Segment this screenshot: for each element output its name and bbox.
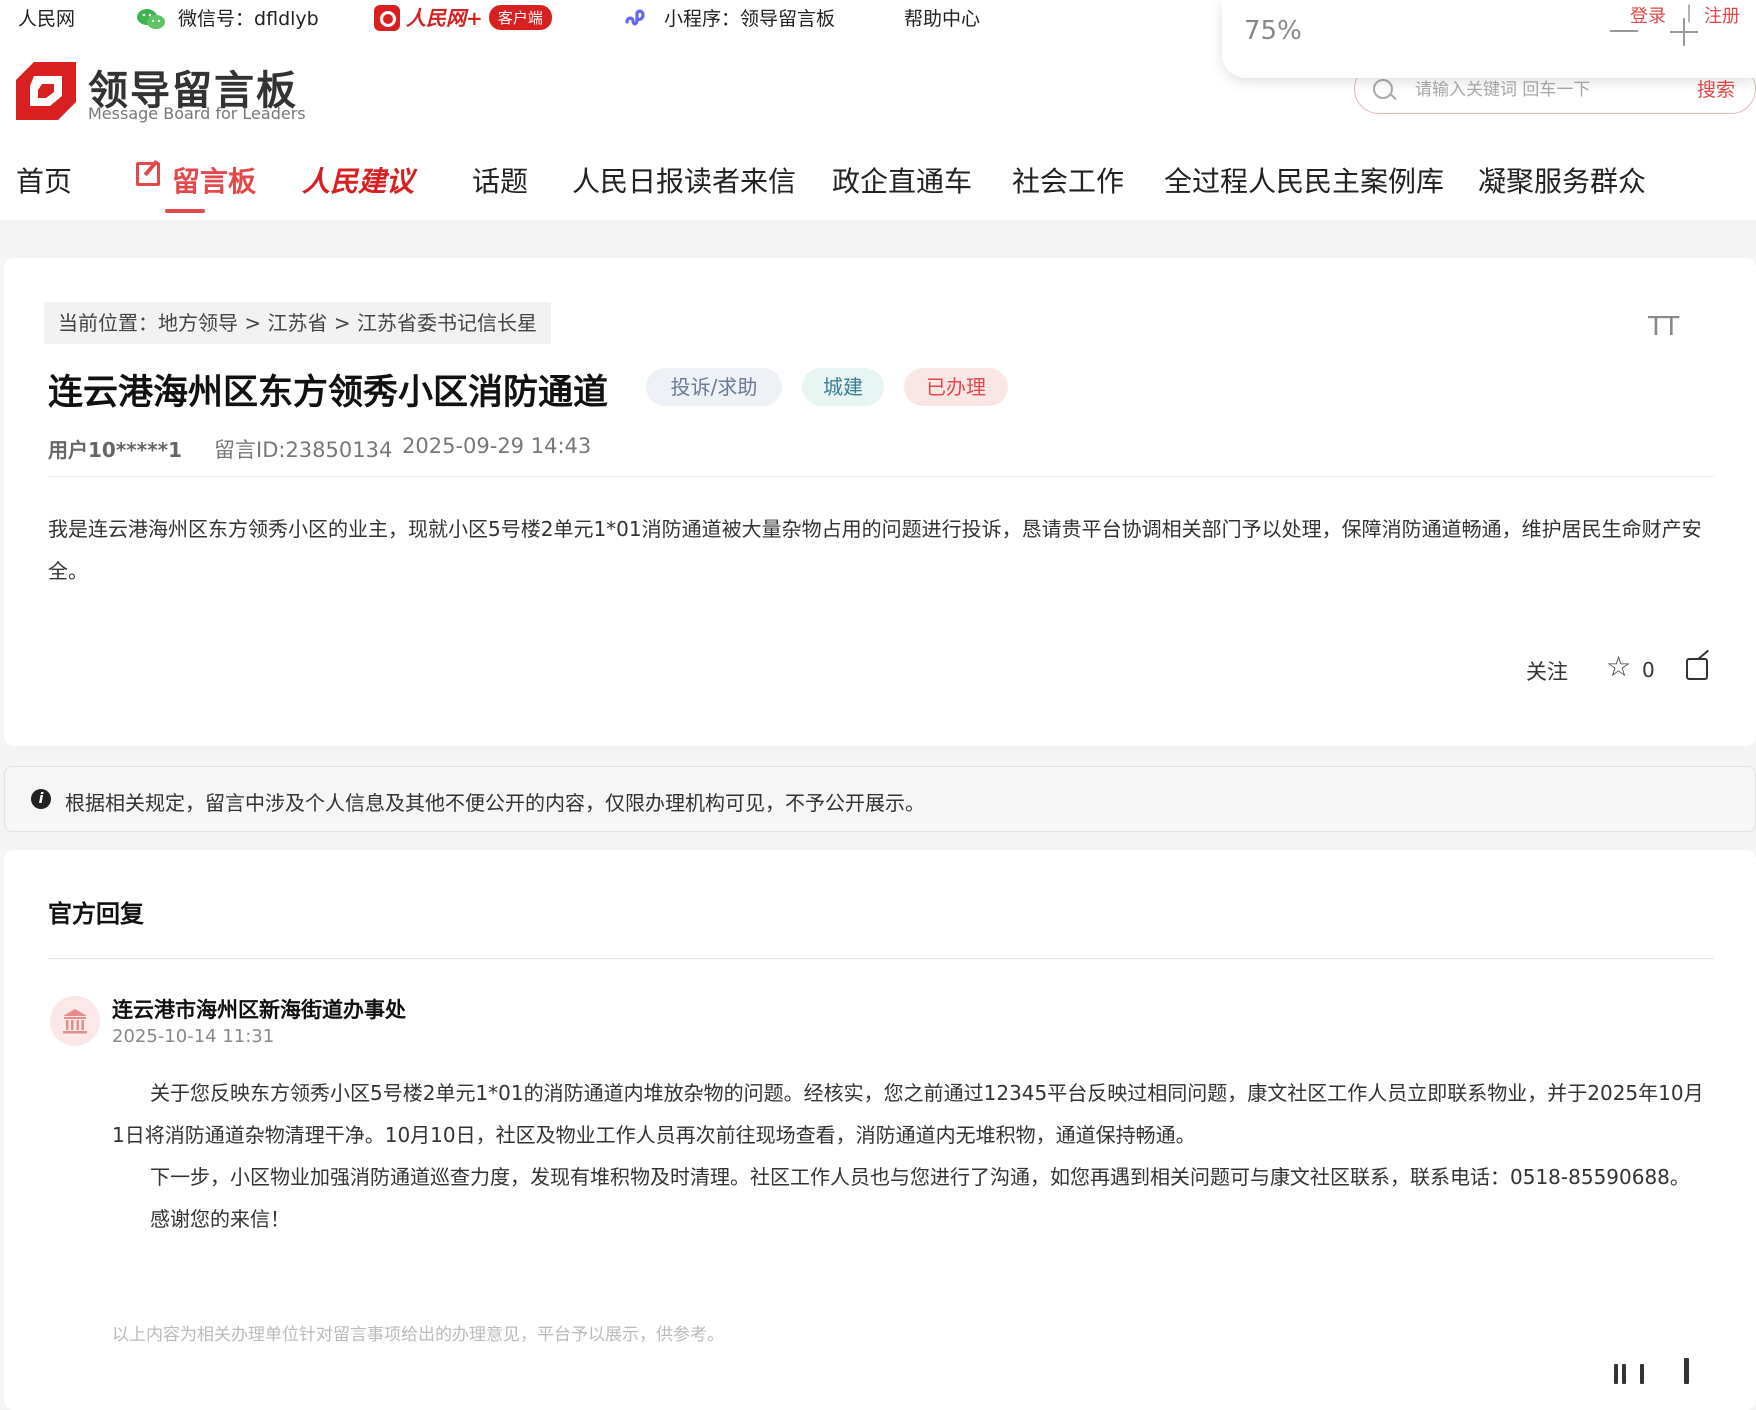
- reply-paragraph: 感谢您的来信！: [150, 1207, 290, 1231]
- search-input[interactable]: [1413, 75, 1717, 105]
- message-time: 2025-09-29 14:43: [402, 434, 592, 458]
- breadcrumb: 当前位置：地方领导 > 江苏省 > 江苏省委书记信长星: [44, 302, 551, 344]
- nav-home[interactable]: 首页: [16, 160, 72, 200]
- help-center-link[interactable]: 帮助中心: [904, 4, 980, 31]
- privacy-notice: i 根据相关规定，留言中涉及个人信息及其他不便公开的内容，仅限办理机构可见，不予…: [4, 766, 1756, 832]
- font-size-icon[interactable]: TT: [1648, 312, 1679, 342]
- app-badge: 客户端: [488, 5, 552, 30]
- people-net-plus-icon: [374, 5, 400, 31]
- search-icon: [1373, 79, 1393, 99]
- scroll-indicator: [1622, 1364, 1626, 1384]
- app-brand: 人民网+: [406, 6, 483, 30]
- reply-body: 关于您反映东方领秀小区5号楼2单元1*01的消防通道内堆放杂物的问题。经核实，您…: [112, 1072, 1716, 1240]
- search-button[interactable]: 搜索: [1697, 75, 1735, 102]
- reply-heading: 官方回复: [48, 900, 144, 928]
- tag-urban-construction: 城建: [802, 368, 884, 406]
- login-link[interactable]: 登录: [1630, 2, 1666, 28]
- edit-icon: [136, 162, 160, 186]
- reply-time: 2025-10-14 11:31: [112, 1026, 275, 1047]
- people-net-plus-link[interactable]: 人民网+ 客户端: [374, 2, 552, 31]
- mini-program-icon: [625, 9, 645, 26]
- scroll-indicator: [1614, 1364, 1618, 1384]
- scroll-indicator: [1684, 1358, 1689, 1384]
- wechat-icon: [137, 9, 165, 29]
- people-net-link[interactable]: 人民网: [18, 4, 75, 31]
- nav-readers-letters[interactable]: 人民日报读者来信: [572, 160, 796, 200]
- wechat-link[interactable]: 微信号：dfldlyb: [136, 4, 319, 31]
- message-id: 留言ID:23850134: [214, 438, 393, 462]
- logo-mark-icon: [16, 62, 76, 120]
- register-link[interactable]: 注册: [1704, 2, 1740, 28]
- reply-disclaimer: 以上内容为相关办理单位针对留言事项给出的办理意见，平台予以展示，供参考。: [112, 1325, 724, 1345]
- nav-people-suggestion[interactable]: 人民建议: [302, 160, 414, 200]
- star-icon[interactable]: ☆: [1606, 652, 1631, 682]
- nav-social-work[interactable]: 社会工作: [1012, 160, 1124, 200]
- zoom-popup: 75%: [1222, 0, 1756, 78]
- zoom-in-icon-vertical[interactable]: [1683, 18, 1685, 46]
- reply-org-name: 连云港市海州区新海街道办事处: [112, 998, 406, 1022]
- divider: [48, 958, 1714, 959]
- reply-paragraph: 下一步，小区物业加强消防通道巡查力度，发现有堆积物及时清理。社区工作人员也与您进…: [150, 1165, 1690, 1189]
- mini-program-label: 小程序：领导留言板: [664, 8, 836, 30]
- star-count: 0: [1642, 658, 1655, 682]
- nav-message-board[interactable]: 留言板: [172, 160, 256, 200]
- divider: [48, 476, 1714, 477]
- avatar: [50, 996, 100, 1046]
- zoom-level: 75%: [1244, 16, 1302, 46]
- nav-topic[interactable]: 话题: [472, 160, 528, 200]
- wechat-label: 微信号：dfldlyb: [178, 8, 319, 30]
- message-title: 连云港海州区东方领秀小区消防通道: [48, 373, 609, 413]
- info-icon: i: [31, 789, 51, 809]
- follow-button[interactable]: 关注: [1526, 656, 1568, 686]
- nav-gov-enterprise[interactable]: 政企直通车: [832, 160, 972, 200]
- reply-paragraph: 关于您反映东方领秀小区5号楼2单元1*01的消防通道内堆放杂物的问题。经核实，您…: [112, 1081, 1704, 1147]
- mini-program-link[interactable]: 小程序：领导留言板: [622, 4, 835, 31]
- notice-text: 根据相关规定，留言中涉及个人信息及其他不便公开的内容，仅限办理机构可见，不予公开…: [65, 791, 925, 815]
- share-icon[interactable]: [1686, 658, 1708, 680]
- scroll-indicator: [1640, 1364, 1644, 1384]
- nav-democracy-cases[interactable]: 全过程人民民主案例库: [1164, 160, 1444, 200]
- zoom-out-icon[interactable]: [1610, 30, 1638, 32]
- nav-serve-masses[interactable]: 凝聚服务群众: [1478, 160, 1646, 200]
- nav-active-underline: [165, 209, 205, 213]
- logo-subtitle: Message Board for Leaders: [88, 104, 306, 123]
- status-badge: 已办理: [904, 368, 1008, 406]
- message-user: 用户10*****1: [48, 438, 183, 462]
- auth-separator: |: [1686, 2, 1693, 23]
- tag-complaint: 投诉/求助: [646, 368, 782, 406]
- message-content: 我是连云港海州区东方领秀小区的业主，现就小区5号楼2单元1*01消防通道被大量杂…: [48, 517, 1702, 583]
- government-building-icon: [63, 1009, 87, 1034]
